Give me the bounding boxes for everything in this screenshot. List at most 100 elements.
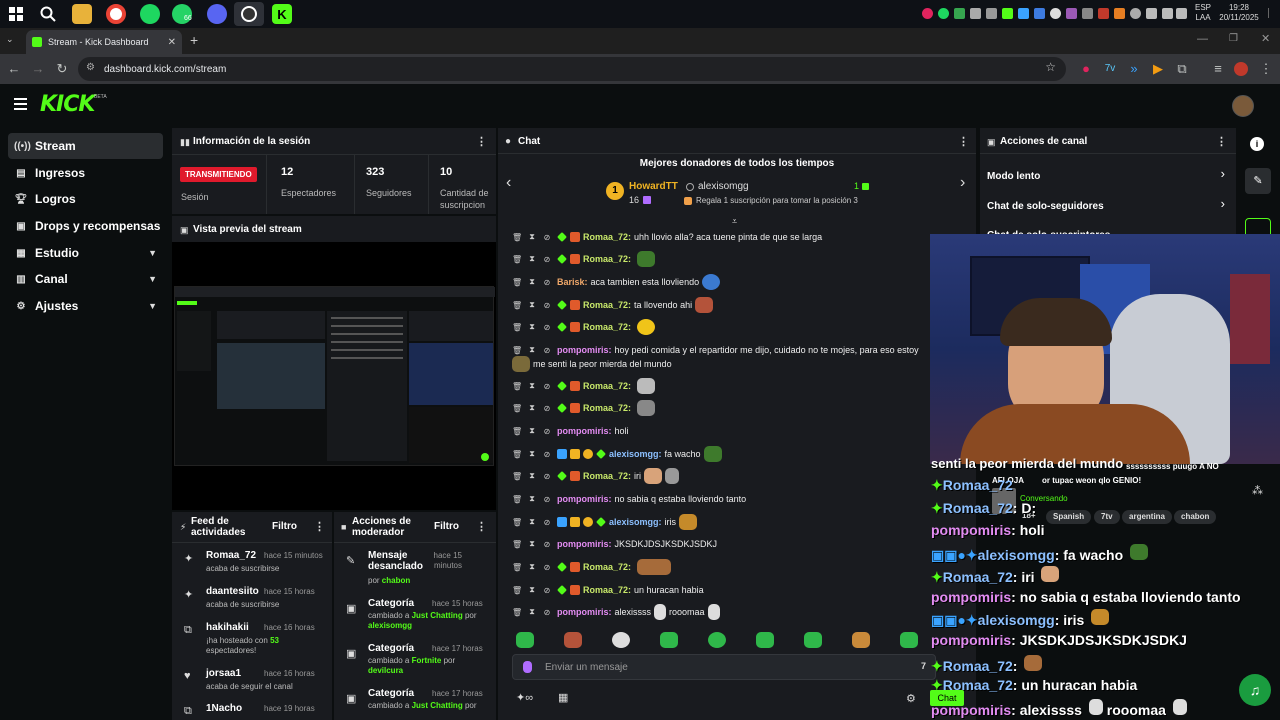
chat-username[interactable]: Romaa_72:	[583, 471, 631, 481]
clock[interactable]: 19:28 20/11/2025	[1213, 3, 1265, 23]
tray-spotify-icon[interactable]	[938, 8, 949, 19]
timeout-icon[interactable]: ⧗	[527, 381, 537, 391]
emote-icon[interactable]	[612, 632, 630, 648]
emote-icon[interactable]	[516, 632, 534, 648]
window-close-icon[interactable]: ✕	[1261, 32, 1270, 45]
file-explorer-icon[interactable]	[72, 4, 92, 24]
delete-icon[interactable]: 🗑︎	[512, 608, 522, 617]
mod-action-user[interactable]: devilcura	[368, 666, 403, 675]
timeout-icon[interactable]: ⧗	[527, 345, 537, 355]
timeout-icon[interactable]: ⧗	[527, 607, 537, 617]
timeout-icon[interactable]: ⧗	[527, 449, 537, 459]
ban-icon[interactable]: ⊘	[542, 608, 552, 617]
chat-username[interactable]: Romaa_72:	[583, 300, 631, 310]
chat-username[interactable]: pompomiris:	[557, 494, 612, 504]
sidebar-item-logros[interactable]: 🏆︎ Logros	[8, 186, 163, 212]
extension-icon[interactable]: »	[1126, 61, 1142, 77]
stream-tag[interactable]: argentina	[1122, 510, 1173, 524]
ban-icon[interactable]: ⊘	[542, 382, 552, 391]
ban-icon[interactable]: ⊘	[542, 404, 552, 413]
chrome-icon[interactable]	[106, 4, 126, 24]
delete-icon[interactable]: 🗑︎	[512, 278, 522, 287]
chat-input[interactable]: Enviar un mensaje 7	[512, 654, 936, 680]
overlay-chat-button[interactable]: Chat	[930, 690, 964, 706]
delete-icon[interactable]: 🗑︎	[512, 382, 522, 391]
ban-icon[interactable]: ⊘	[542, 278, 552, 287]
new-tab-icon[interactable]: +	[190, 32, 198, 48]
sidebar-item-canal[interactable]: ▥ Canal ▼	[8, 266, 163, 292]
timeout-icon[interactable]: ⧗	[527, 426, 537, 436]
chat-username[interactable]: Barisk:	[557, 277, 588, 287]
delete-icon[interactable]: 🗑︎	[512, 518, 522, 527]
tray-app-icon[interactable]	[1082, 8, 1093, 19]
sidebar-item-estudio[interactable]: ▦ Estudio ▼	[8, 240, 163, 266]
timeout-icon[interactable]: ⧗	[527, 277, 537, 287]
prev-arrow-icon[interactable]: ‹	[506, 174, 511, 192]
kebab-menu-icon[interactable]: ⋮	[958, 135, 969, 148]
delete-icon[interactable]: 🗑︎	[512, 346, 522, 355]
stream-tag[interactable]: chabon	[1174, 510, 1217, 524]
chat-message[interactable]: 🗑︎ ⧗ ⊘ Romaa_72:	[512, 377, 930, 395]
delete-icon[interactable]: 🗑︎	[512, 301, 522, 310]
second-donor-name[interactable]: alexisomgg	[698, 181, 749, 192]
stream-tag[interactable]: Spanish	[1046, 510, 1092, 524]
chat-message[interactable]: 🗑︎ ⧗ ⊘ Barisk: aca tambien esta llovliendo	[512, 273, 930, 291]
delete-icon[interactable]: 🗑︎	[512, 404, 522, 413]
filter-button[interactable]: Filtro	[272, 521, 297, 532]
chat-username[interactable]: pompomiris:	[557, 345, 612, 355]
search-icon[interactable]	[38, 4, 58, 24]
chat-message[interactable]: 🗑︎ ⧗ ⊘ alexisomgg: fa wacho	[512, 445, 930, 463]
spotify-icon[interactable]	[140, 4, 160, 24]
kick-app-icon[interactable]: K	[272, 4, 292, 24]
delete-icon[interactable]: 🗑︎	[512, 427, 522, 436]
emote-icon[interactable]	[660, 632, 678, 648]
timeout-icon[interactable]: ⧗	[527, 232, 537, 242]
ban-icon[interactable]: ⊘	[542, 563, 552, 572]
timeout-icon[interactable]: ⧗	[527, 585, 537, 595]
kebab-menu-icon[interactable]: ⋮	[476, 520, 487, 533]
delete-icon[interactable]: 🗑︎	[512, 563, 522, 572]
tray-app-icon[interactable]	[1034, 8, 1045, 19]
edit-pencil-icon[interactable]: ✎	[1245, 168, 1271, 194]
ban-icon[interactable]: ⊘	[542, 495, 552, 504]
tray-app-icon[interactable]	[1066, 8, 1077, 19]
points-icon[interactable]: ✦∞	[516, 691, 533, 704]
7tv-emote-picker-icon[interactable]: 7	[921, 661, 926, 671]
emote-icon[interactable]	[564, 632, 582, 648]
sidebar-item-stream[interactable]: ((•)) Stream	[8, 133, 163, 159]
ban-icon[interactable]: ⊘	[542, 301, 552, 310]
user-avatar[interactable]	[1232, 95, 1254, 117]
sidebar-item-ingresos[interactable]: ▤ Ingresos	[8, 160, 163, 186]
timeout-icon[interactable]: ⧗	[527, 254, 537, 264]
tab-close-icon[interactable]: ✕	[168, 37, 176, 48]
back-icon[interactable]: ←	[6, 61, 22, 77]
tray-app-icon[interactable]	[1130, 8, 1141, 19]
activity-user[interactable]: hakihakii	[206, 622, 249, 633]
tray-app-icon[interactable]	[1114, 8, 1125, 19]
emote-icon[interactable]	[900, 632, 918, 648]
media-control-icon[interactable]: ≡	[1210, 61, 1226, 77]
tab-search-icon[interactable]: ⌄	[6, 34, 14, 45]
chat-message[interactable]: 🗑︎ ⧗ ⊘ alexisomgg: iris	[512, 513, 930, 531]
top-donor-name[interactable]: HowardTT	[629, 181, 678, 192]
bluetooth-icon[interactable]	[986, 8, 997, 19]
sidebar-item-drops[interactable]: ▣ Drops y recompensas	[8, 213, 163, 239]
timeout-icon[interactable]: ⧗	[527, 539, 537, 549]
gift-prompt[interactable]: Regala 1 suscripción para tomar la posic…	[696, 196, 858, 205]
ban-icon[interactable]: ⊘	[542, 346, 552, 355]
show-desktop-button[interactable]	[1268, 8, 1274, 18]
mod-action-user[interactable]: chabon	[382, 576, 410, 585]
chat-message[interactable]: 🗑︎ ⧗ ⊘ Romaa_72:	[512, 318, 930, 336]
ban-icon[interactable]: ⊘	[542, 233, 552, 242]
activity-user[interactable]: Romaa_72	[206, 550, 256, 561]
chat-message[interactable]: 🗑︎ ⧗ ⊘ pompomiris: alexissss rooomaa	[512, 603, 930, 621]
extensions-puzzle-icon[interactable]: ⧉	[1174, 61, 1190, 77]
activity-user[interactable]: daantesiito	[206, 586, 259, 597]
volume-icon[interactable]	[1162, 8, 1173, 19]
kebab-menu-icon[interactable]: ⋮	[476, 135, 487, 148]
ban-icon[interactable]: ⊘	[542, 450, 552, 459]
extension-icon[interactable]: ●	[1078, 61, 1094, 77]
chat-username[interactable]: pompomiris:	[557, 426, 612, 436]
7tv-extension-icon[interactable]: 7v	[1102, 61, 1118, 77]
obs-active-icon[interactable]	[234, 2, 264, 26]
